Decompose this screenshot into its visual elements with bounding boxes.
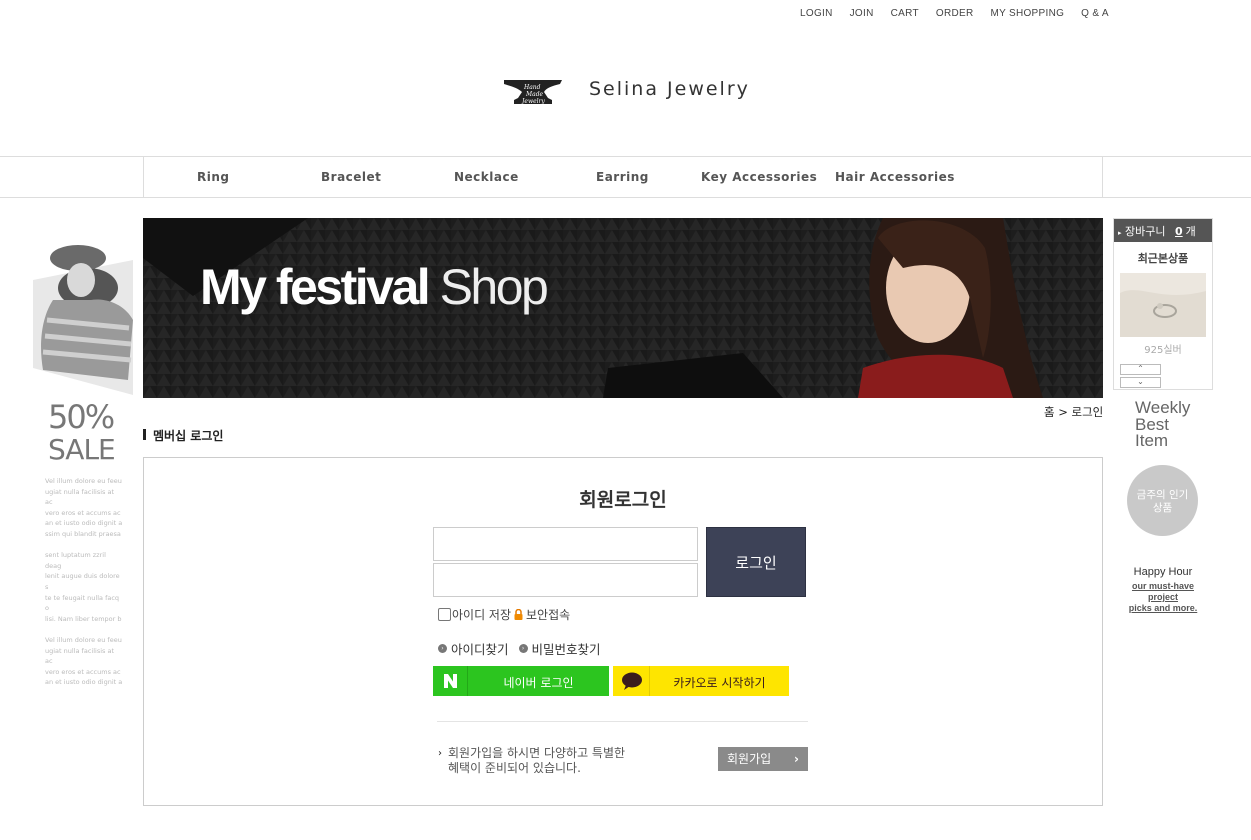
chevron-up-icon: ⌃ [1137, 364, 1144, 373]
lock-icon [514, 608, 523, 620]
main-nav: Ring Bracelet Necklace Earring Key Acces… [0, 156, 1251, 198]
naver-n-icon [433, 666, 468, 696]
nav-item-bracelet[interactable]: Bracelet [321, 170, 381, 184]
cart-arrow-icon: ▸ [1118, 229, 1122, 237]
hot-circle-line2: 상품 [1152, 502, 1173, 514]
naver-login-label: 네이버 로그인 [503, 676, 574, 690]
main-banner[interactable]: My festival Shop [143, 218, 1103, 398]
login-button[interactable]: 로그인 [706, 527, 806, 597]
nav-item-hair-accessories[interactable]: Hair Accessories [835, 170, 955, 184]
divider [437, 721, 808, 722]
banner-title-thin: Shop [439, 259, 549, 315]
ring-thumbnail [1120, 273, 1206, 337]
promo-percent: 50% [48, 398, 115, 436]
login-panel: 회원로그인 로그인 아이디 저장 보안접속 › 아이디찾기 › 비밀번호찾기 네… [143, 457, 1103, 806]
left-promo-banner[interactable]: 50% SALE Vel illum dolore eu feeu ugiat … [33, 240, 133, 686]
nav-item-necklace[interactable]: Necklace [454, 170, 519, 184]
weekly-line3: Item [1135, 431, 1169, 450]
cart-label: 장바구니 [1125, 225, 1166, 238]
weekly-hot-circle[interactable]: 금주의 인기 상품 [1127, 465, 1198, 536]
arrow-circle-icon: › [518, 644, 528, 653]
save-id-row: 아이디 저장 보안접속 [438, 606, 570, 623]
join-message: › 회원가입을 하시면 다양하고 특별한 혜택이 준비되어 있습니다. [438, 746, 625, 776]
quick-cart-box: ▸ 장바구니 0개 최근본상품 925실버 ⌃ ⌄ [1113, 218, 1213, 390]
my-shopping-link[interactable]: MY SHOPPING [990, 8, 1064, 19]
find-account-row: › 아이디찾기 › 비밀번호찾기 [438, 639, 601, 658]
recent-down-button[interactable]: ⌄ [1120, 377, 1161, 388]
join-message-line2: 혜택이 준비되어 있습니다. [448, 761, 581, 775]
breadcrumb: 홈 > 로그인 [1044, 405, 1104, 419]
password-input[interactable] [433, 563, 698, 597]
save-id-label[interactable]: 아이디 저장 [452, 606, 511, 623]
find-id-link[interactable]: › 아이디찾기 [438, 639, 509, 658]
nav-item-key-accessories[interactable]: Key Accessories [701, 170, 817, 184]
recent-items-title: 최근본상품 [1137, 252, 1189, 265]
join-message-line1: 회원가입을 하시면 다양하고 특별한 [448, 746, 626, 760]
nav-item-earring[interactable]: Earring [596, 170, 649, 184]
chevron-down-icon: ⌄ [1137, 377, 1144, 386]
cart-unit: 개 [1185, 225, 1196, 238]
banner-title-bold: My festival [200, 259, 431, 315]
logo-mark-text-3: Jewelry [520, 98, 545, 105]
promo-model-photo [33, 240, 133, 395]
secure-login-label[interactable]: 보안접속 [526, 606, 570, 623]
anvil-logo-icon: Hand Made Jewelry [504, 80, 562, 105]
login-link[interactable]: LOGIN [800, 8, 833, 19]
cart-link[interactable]: CART [891, 8, 919, 19]
find-password-label: 비밀번호찾기 [531, 642, 601, 657]
kakao-login-label: 카카오로 시작하기 [673, 676, 766, 690]
arrow-circle-icon: › [438, 644, 447, 653]
find-password-link[interactable]: › 비밀번호찾기 [518, 639, 601, 658]
happy-hour-line2: project [1147, 592, 1178, 602]
happy-hour-title: Happy Hour [1133, 566, 1193, 578]
logo-mark-text-2: Made [525, 91, 544, 98]
happy-hour-promo[interactable]: Happy Hour our must-have project picks a… [1122, 566, 1204, 614]
order-link[interactable]: ORDER [936, 8, 974, 19]
qna-link[interactable]: Q & A [1081, 8, 1109, 19]
promo-sale: SALE [48, 433, 116, 466]
logo-text: Selina Jewelry [589, 78, 750, 100]
weekly-best-label[interactable]: Weekly Best Item [1135, 399, 1190, 450]
cart-count: 0 [1175, 225, 1183, 238]
logo[interactable]: Hand Made Jewelry Selina Jewelry [502, 72, 762, 112]
banner-title: My festival Shop [200, 258, 549, 316]
save-id-checkbox[interactable] [438, 608, 451, 621]
top-links: LOGIN JOIN CART ORDER MY SHOPPING Q & A [800, 8, 1126, 19]
join-button[interactable]: 회원가입 › [718, 747, 808, 771]
recent-item-image[interactable] [1120, 273, 1206, 337]
recent-up-button[interactable]: ⌃ [1120, 364, 1161, 375]
arrow-right-icon: › [438, 748, 442, 759]
join-button-label: 회원가입 [727, 752, 772, 766]
login-heading: 회원로그인 [579, 489, 667, 511]
user-id-input[interactable] [433, 527, 698, 561]
kakao-login-button[interactable]: 카카오로 시작하기 [613, 666, 789, 696]
nav-item-ring[interactable]: Ring [197, 170, 230, 184]
happy-hour-sub: our must-have project picks and more. [1122, 581, 1204, 614]
naver-login-button[interactable]: 네이버 로그인 [433, 666, 609, 696]
cart-header[interactable]: ▸ 장바구니 0개 [1114, 219, 1212, 242]
recent-item-name[interactable]: 925실버 [1114, 341, 1212, 356]
logo-mark-text-1: Hand [523, 84, 541, 91]
join-link[interactable]: JOIN [850, 8, 874, 19]
promo-filler-text: Vel illum dolore eu feeu ugiat nulla fac… [45, 477, 123, 687]
page-title: 멤버십 로그인 [143, 427, 223, 444]
hot-circle-line1: 금주의 인기 [1136, 489, 1189, 501]
kakao-speech-bubble-icon [613, 666, 650, 696]
chevron-right-icon: › [794, 752, 799, 766]
find-id-label: 아이디찾기 [451, 642, 509, 657]
happy-hour-line1: our must-have [1131, 581, 1194, 591]
happy-hour-line3: picks and more. [1128, 603, 1198, 613]
